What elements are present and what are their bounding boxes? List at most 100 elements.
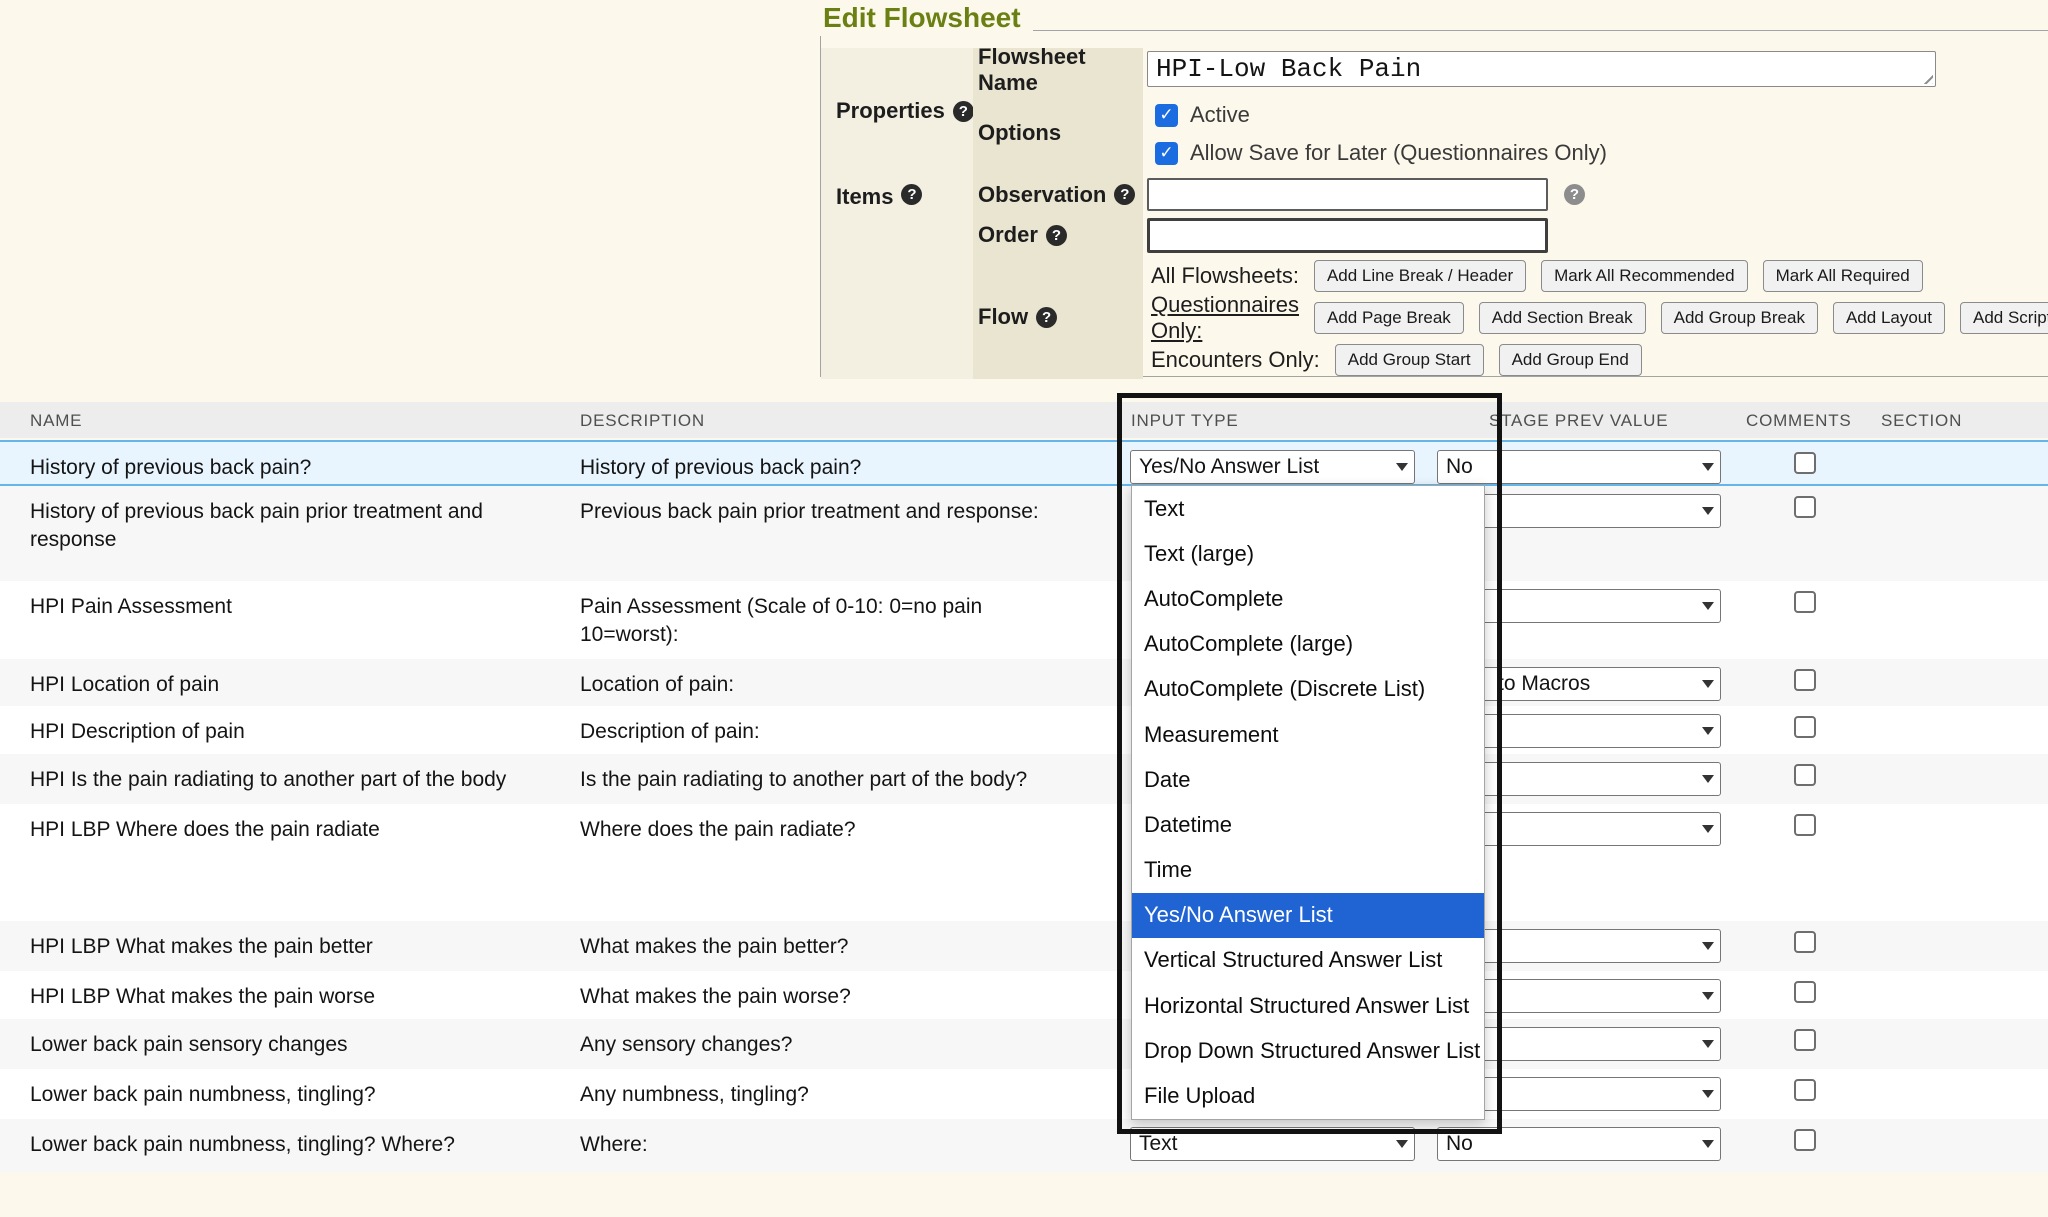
comments-checkbox[interactable] <box>1794 591 1816 613</box>
checkbox-label: Allow Save for Later (Questionnaires Onl… <box>1190 140 1607 166</box>
row-description: Pain Assessment (Scale of 0-10: 0=no pai… <box>580 581 1110 649</box>
input-type-value: Text <box>1139 1132 1178 1156</box>
comments-checkbox[interactable] <box>1794 496 1816 518</box>
flow-button[interactable]: Add Section Break <box>1479 302 1646 334</box>
flow-button[interactable]: Add Group End <box>1499 344 1642 376</box>
dropdown-option[interactable]: AutoComplete (Discrete List) <box>1132 667 1484 712</box>
comments-checkbox[interactable] <box>1794 981 1816 1003</box>
row-name: HPI LBP What makes the pain worse <box>30 971 565 1011</box>
row-description: What makes the pain worse? <box>580 971 1110 1011</box>
row-description: Where: <box>580 1119 1110 1159</box>
stage-prev-select[interactable]: No <box>1437 450 1721 484</box>
chevron-down-icon <box>1702 775 1714 783</box>
flowsheet-name-cell: HPI-Low Back Pain <box>1143 48 2048 92</box>
help-icon[interactable]: ? <box>901 184 922 205</box>
checkbox-checked[interactable]: ✓ <box>1155 142 1178 165</box>
help-icon[interactable]: ? <box>1564 184 1585 205</box>
dropdown-option[interactable]: File Upload <box>1132 1073 1484 1118</box>
dropdown-option[interactable]: Datetime <box>1132 802 1484 847</box>
flow-button[interactable]: Add Group Start <box>1335 344 1484 376</box>
flow-button[interactable]: Mark All Recommended <box>1541 260 1747 292</box>
table-row: HPI Pain Assessment Pain Assessment (Sca… <box>0 581 2048 659</box>
row-name: Lower back pain numbness, tingling? <box>30 1069 565 1109</box>
flow-group-row: All Flowsheets: Add Line Break / Header Ma… <box>1151 255 2048 297</box>
flow-button[interactable]: Add Layout <box>1833 302 1945 334</box>
table-rows: History of previous back pain? History o… <box>0 440 2048 1172</box>
row-description: Any sensory changes? <box>580 1019 1110 1059</box>
flow-button[interactable]: Add Group Break <box>1661 302 1818 334</box>
comments-checkbox[interactable] <box>1794 1079 1816 1101</box>
input-type-select[interactable]: Text <box>1130 1127 1415 1161</box>
comments-checkbox[interactable] <box>1794 764 1816 786</box>
dropdown-option[interactable]: Vertical Structured Answer List <box>1132 938 1484 983</box>
row-name: HPI Is the pain radiating to another par… <box>30 754 565 794</box>
help-icon[interactable]: ? <box>953 101 974 122</box>
dropdown-option[interactable]: Text <box>1132 486 1484 531</box>
options-label: Options <box>973 92 1143 174</box>
column-header: INPUT TYPE <box>1131 411 1239 431</box>
comments-checkbox[interactable] <box>1794 814 1816 836</box>
chevron-down-icon <box>1702 680 1714 688</box>
flow-group-label: All Flowsheets: <box>1151 263 1299 289</box>
row-name: HPI Description of pain <box>30 706 565 746</box>
comments-checkbox[interactable] <box>1794 669 1816 691</box>
observation-input[interactable] <box>1147 178 1548 211</box>
dropdown-option-selected[interactable]: Yes/No Answer List <box>1132 893 1484 938</box>
flowsheet-form: Properties ? Flowsheet Name HPI-Low Back… <box>820 30 2048 377</box>
table-row: HPI Is the pain radiating to another par… <box>0 754 2048 804</box>
items-section-label: Items ? <box>821 174 973 379</box>
dropdown-option[interactable]: AutoComplete (large) <box>1132 622 1484 667</box>
order-input[interactable] <box>1147 218 1548 253</box>
help-icon[interactable]: ? <box>1114 184 1135 205</box>
input-type-dropdown: TextText (large)AutoCompleteAutoComplete… <box>1131 485 1485 1120</box>
comments-checkbox[interactable] <box>1794 931 1816 953</box>
input-type-select[interactable]: Yes/No Answer List <box>1130 450 1415 484</box>
flow-group-label: Questionnaires Only: <box>1151 292 1299 344</box>
chevron-down-icon <box>1702 825 1714 833</box>
row-description: What makes the pain better? <box>580 921 1110 961</box>
dropdown-option[interactable]: Time <box>1132 848 1484 893</box>
dropdown-option[interactable]: AutoComplete <box>1132 576 1484 621</box>
row-name: Lower back pain numbness, tingling? Wher… <box>30 1119 565 1159</box>
row-name: HPI LBP What makes the pain better <box>30 921 565 961</box>
comments-checkbox[interactable] <box>1794 1029 1816 1051</box>
row-name: HPI LBP Where does the pain radiate <box>30 804 565 844</box>
column-header: DESCRIPTION <box>580 411 705 431</box>
flowsheet-name-input[interactable]: HPI-Low Back Pain <box>1147 51 1936 87</box>
table-row: History of previous back pain prior trea… <box>0 486 2048 581</box>
row-description: Location of pain: <box>580 659 1110 699</box>
table-row: History of previous back pain? History o… <box>0 440 2048 486</box>
flow-group-row: Encounters Only:Add Group StartAdd Group… <box>1151 339 2048 381</box>
dropdown-option[interactable]: Date <box>1132 757 1484 802</box>
flow-button-groups: All Flowsheets: Add Line Break / Header Ma… <box>1143 255 2048 379</box>
flow-button[interactable]: Add Line Break / Header <box>1314 260 1526 292</box>
checkbox-checked[interactable]: ✓ <box>1155 104 1178 127</box>
option-row: ✓ Allow Save for Later (Questionnaires On… <box>1143 134 2048 172</box>
chevron-down-icon <box>1702 507 1714 515</box>
dropdown-option[interactable]: Text (large) <box>1132 531 1484 576</box>
dropdown-option[interactable]: Measurement <box>1132 712 1484 757</box>
comments-checkbox[interactable] <box>1794 1129 1816 1151</box>
flow-group-row: Questionnaires Only:Add Page BreakAdd Se… <box>1151 297 2048 339</box>
row-description: Previous back pain prior treatment and r… <box>580 486 1110 526</box>
chevron-down-icon <box>1702 992 1714 1000</box>
flow-button[interactable]: Mark All Required <box>1763 260 1923 292</box>
chevron-down-icon <box>1702 727 1714 735</box>
column-header: NAME <box>30 411 82 431</box>
flow-button[interactable]: Add Scriptlet <box>1960 302 2048 334</box>
row-name: History of previous back pain? <box>30 442 565 482</box>
properties-section-label: Properties ? <box>821 48 973 174</box>
dropdown-option[interactable]: Horizontal Structured Answer List <box>1132 983 1484 1028</box>
stage-prev-select[interactable]: No <box>1437 1127 1721 1161</box>
resize-handle-icon[interactable] <box>1920 71 1933 84</box>
help-icon[interactable]: ? <box>1036 307 1057 328</box>
comments-checkbox[interactable] <box>1794 452 1816 474</box>
page-title: Edit Flowsheet <box>820 2 1033 36</box>
dropdown-option[interactable]: Drop Down Structured Answer List <box>1132 1028 1484 1073</box>
table-row: Lower back pain numbness, tingling? Any … <box>0 1069 2048 1119</box>
flow-button[interactable]: Add Page Break <box>1314 302 1464 334</box>
comments-checkbox[interactable] <box>1794 716 1816 738</box>
row-name: HPI Pain Assessment <box>30 581 565 621</box>
help-icon[interactable]: ? <box>1046 225 1067 246</box>
chevron-down-icon <box>1702 942 1714 950</box>
